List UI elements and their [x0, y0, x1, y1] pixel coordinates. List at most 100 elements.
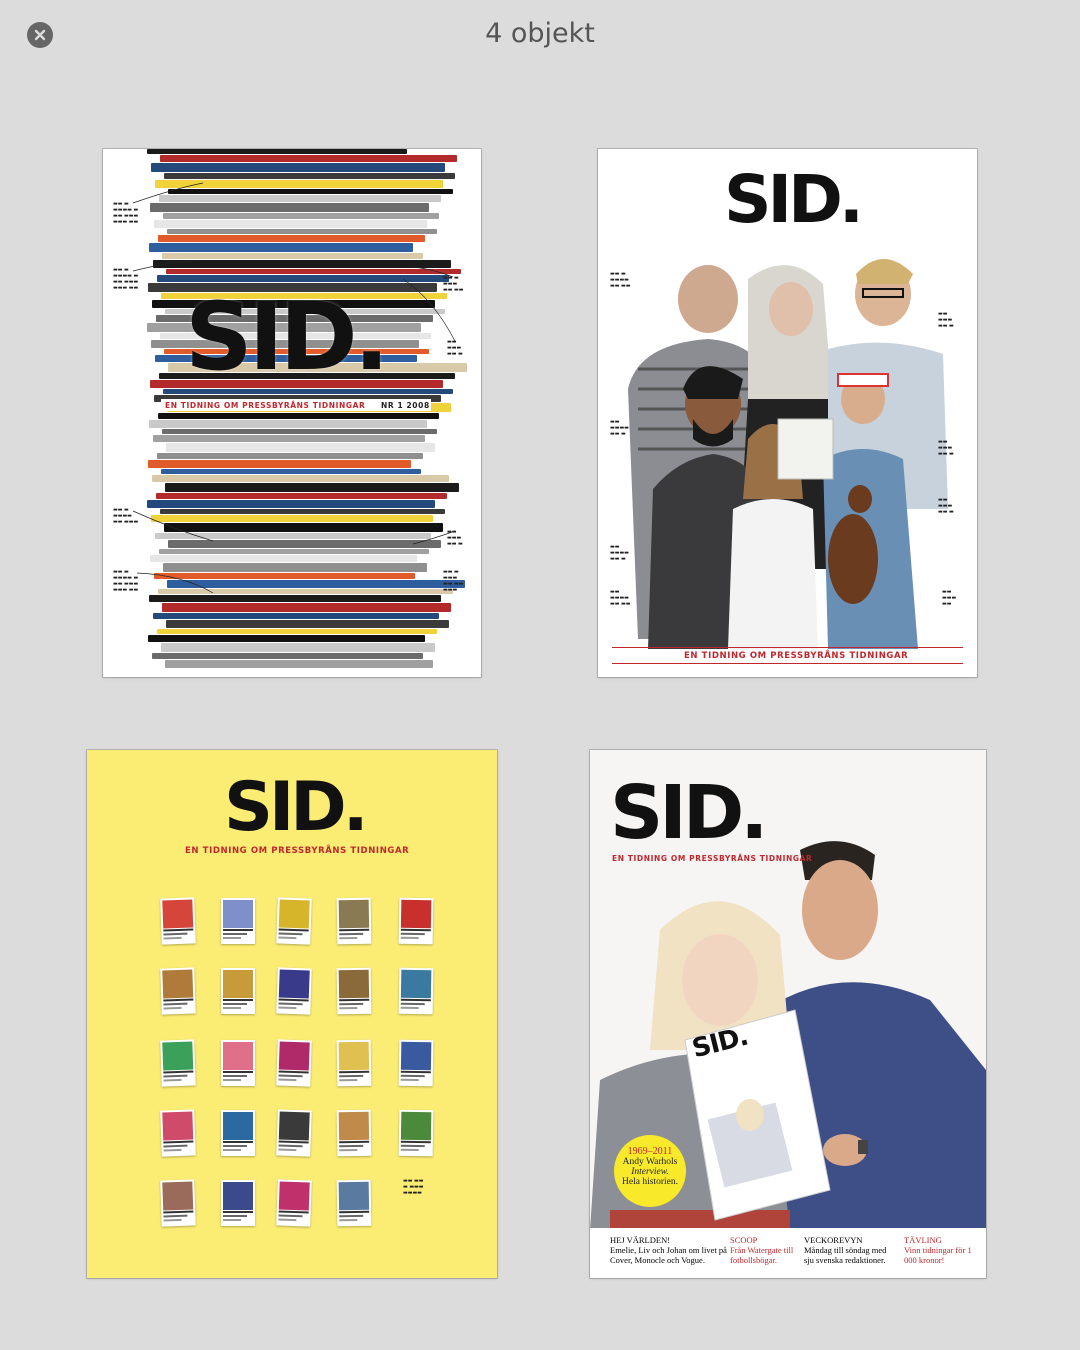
caption-line [163, 1070, 194, 1074]
portrait-photo [278, 1111, 310, 1141]
cover-logo: SID. [610, 770, 768, 856]
portrait-photo [223, 900, 253, 928]
caption-line [223, 1079, 241, 1081]
portrait-tile [336, 967, 372, 1015]
portrait-tile [398, 967, 434, 1015]
rule [612, 647, 963, 648]
caption-line [223, 937, 241, 939]
cover-thumbnail-2[interactable]: SID. EN TIDNING OM PRESSBYRÅNS TIDNINGAR [598, 149, 977, 677]
footer-text: Emelie, Liv och Johan om livet på Cover,… [610, 1245, 727, 1265]
portrait-tile [221, 1180, 255, 1226]
caption-line [163, 1218, 182, 1222]
portrait-photo [223, 1042, 253, 1070]
portrait-photo [400, 1111, 432, 1141]
caption-line [223, 1211, 253, 1213]
caption-line [223, 1003, 247, 1005]
annotation: ▬▬ ▬▬ ▬ ▬▬▬ ▬▬▬▬ [403, 1178, 424, 1196]
cover-logo: SID. [724, 161, 864, 238]
caption-line [163, 1210, 194, 1214]
portrait-photo [278, 969, 310, 999]
portrait-tile [336, 1109, 372, 1157]
caption-line [163, 1006, 182, 1010]
caption-line [400, 1074, 425, 1078]
portrait-photo [400, 969, 432, 999]
caption-line [278, 936, 297, 939]
caption-line [223, 929, 253, 931]
rule [612, 663, 963, 664]
portrait-photo [278, 1041, 310, 1071]
portrait-tile [221, 898, 255, 944]
portrait-photo [338, 1041, 370, 1071]
caption-line [339, 1210, 370, 1214]
caption-line [163, 998, 194, 1002]
caption-line [163, 1148, 182, 1152]
caption-line [339, 932, 364, 936]
caption-line [223, 1007, 241, 1009]
caption-line [163, 936, 182, 940]
portrait-tile [276, 1179, 312, 1227]
caption-line [163, 1144, 188, 1148]
portrait-photo [338, 899, 370, 929]
caption-line [163, 1214, 188, 1218]
caption-line [223, 933, 247, 935]
cover-thumbnail-4[interactable]: SID. EN TIDNING OM PRESSBYRÅNS TIDNINGAR… [590, 750, 986, 1278]
portrait-photo [162, 899, 194, 929]
toolbar: 4 objekt [0, 0, 1080, 72]
caption-line [223, 999, 253, 1001]
portrait-photo [162, 1041, 194, 1071]
caption-line [400, 1078, 419, 1081]
caption-line [339, 1002, 364, 1006]
portrait-photo [162, 1111, 194, 1141]
footer-heading: HEJ VÄRLDEN! [610, 1235, 671, 1245]
portrait-tile [276, 1109, 312, 1157]
caption-line [339, 998, 370, 1002]
annotation-lines [132, 182, 456, 594]
annotation: ▬▬ ▬▬▬▬ ▬▬ ▬▬ [610, 589, 631, 607]
caption-line [400, 1140, 431, 1144]
caption-line [339, 1140, 370, 1144]
caption-line [278, 1006, 297, 1009]
footer-col: TÄVLING Vinn tidningar för 1 000 kronor! [904, 1235, 974, 1265]
portrait-photo [338, 969, 370, 999]
caption-line [163, 1140, 194, 1144]
portrait-tile [398, 897, 434, 945]
portrait-tile [336, 897, 372, 945]
footer-col: SCOOP Från Watergate till fotbollsbögar. [730, 1235, 798, 1265]
portrait-photo [162, 969, 194, 999]
cover-tagline: EN TIDNING OM PRESSBYRÅNS TIDNINGAR [185, 846, 410, 856]
portrait-tile [160, 1109, 196, 1157]
portrait-tile [160, 1039, 196, 1087]
caption-line [163, 1002, 188, 1006]
caption-line [278, 1214, 303, 1218]
annotation: ▬▬ ▬▬▬ ▬▬ ▬ [938, 497, 954, 515]
caption-line [339, 1214, 364, 1218]
portrait-tile [276, 967, 312, 1015]
caption-line [339, 1070, 370, 1074]
portrait-tile [160, 967, 196, 1015]
caption-line [223, 1215, 247, 1217]
portrait-tile [221, 1040, 255, 1086]
portrait-tile [336, 1039, 372, 1087]
cover-thumbnail-3[interactable]: SID. EN TIDNING OM PRESSBYRÅNS TIDNINGAR… [87, 750, 497, 1278]
caption-line [400, 1144, 425, 1148]
caption-line [163, 1074, 188, 1078]
footer-text: Måndag till söndag med sju svenska redak… [804, 1245, 887, 1265]
caption-line [278, 1144, 303, 1148]
caption-line [278, 998, 309, 1002]
portrait-tile [221, 1110, 255, 1156]
footer-col: HEJ VÄRLDEN! Emelie, Liv och Johan om li… [610, 1235, 730, 1265]
caption-line [400, 928, 431, 932]
caption-line [163, 932, 188, 936]
cover-thumbnail-1[interactable]: SID. EN TIDNING OM PRESSBYRÅNS TIDNINGAR… [103, 149, 481, 677]
portrait-photo [338, 1111, 370, 1141]
portrait-tile [276, 1039, 312, 1087]
portrait-photo [223, 1182, 253, 1210]
caption-line [339, 1078, 358, 1081]
footer-heading: TÄVLING [904, 1235, 942, 1245]
caption-line [223, 1075, 247, 1077]
caption-line [400, 1148, 419, 1151]
badge-years: 1969–2011 [627, 1146, 673, 1157]
portrait-photo [223, 1112, 253, 1140]
footer-heading: VECKOREVYN [804, 1235, 863, 1245]
caption-line [223, 1071, 253, 1073]
